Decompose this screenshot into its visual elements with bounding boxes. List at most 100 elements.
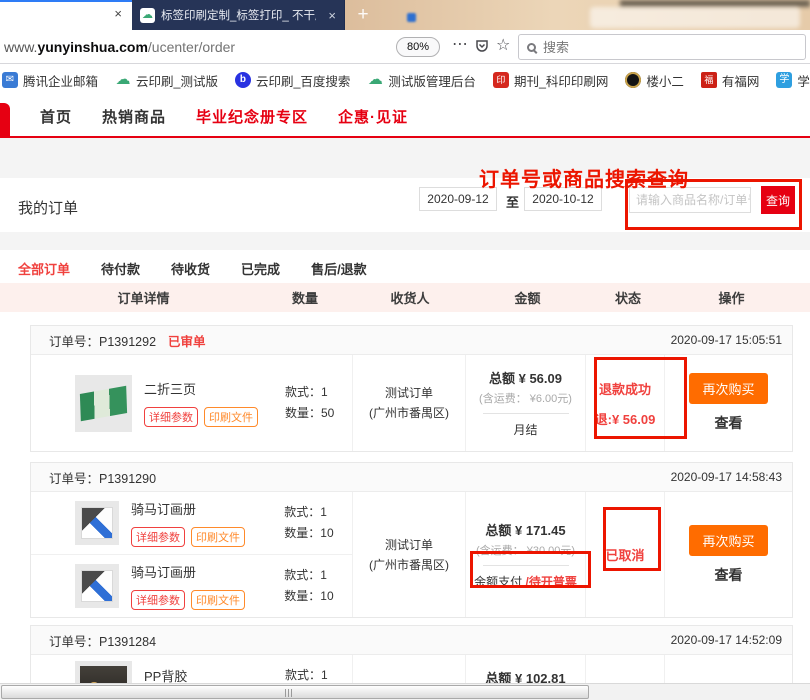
- print-file-tag[interactable]: 印刷文件: [191, 527, 245, 547]
- tab-close-icon[interactable]: ×: [328, 8, 336, 23]
- detail-params-tag[interactable]: 详细参数: [144, 407, 198, 427]
- action-cell: 再次购买 查看: [665, 355, 792, 451]
- refund-amount: 退:¥ 56.09: [595, 409, 656, 428]
- scrollbar-thumb[interactable]: [1, 685, 589, 699]
- order-number: 订单号：P1391292: [49, 331, 156, 350]
- ring-icon: [625, 72, 641, 88]
- buy-again-button[interactable]: 再次购买: [689, 373, 767, 404]
- bookmark-youfu[interactable]: 福有福网: [701, 71, 760, 90]
- product-thumbnail[interactable]: [75, 375, 132, 432]
- zoom-level-badge[interactable]: 80%: [396, 37, 440, 57]
- url-text[interactable]: www.yunyinshua.com/ucenter/order: [4, 39, 235, 55]
- col-order-detail: 订单详情: [30, 288, 257, 307]
- invoice-pending-label: /待开普票: [526, 575, 577, 589]
- bookmark-xuehui[interactable]: 学学汇网: [776, 71, 810, 90]
- nav-item-home[interactable]: 首页: [40, 106, 72, 127]
- my-orders-toolbar: 我的订单 至 查询: [0, 178, 810, 232]
- order-total: 总额 ¥ 171.45: [485, 520, 565, 539]
- bookmark-tencent-mail[interactable]: ✉腾讯企业邮箱: [2, 71, 98, 90]
- col-amount: 金额: [467, 288, 588, 307]
- browser-tab-active[interactable]: ×: [0, 0, 132, 30]
- nav-item-hot-products[interactable]: 热销商品: [102, 106, 166, 127]
- detail-params-tag[interactable]: 详细参数: [131, 590, 185, 610]
- buy-again-button[interactable]: 再次购买: [689, 525, 767, 556]
- filter-pending-payment[interactable]: 待付款: [101, 259, 140, 278]
- filter-aftersale-refund[interactable]: 售后/退款: [311, 259, 367, 278]
- page-actions-icon[interactable]: ⋯: [452, 34, 468, 54]
- filter-pending-receipt[interactable]: 待收货: [171, 259, 210, 278]
- baidu-paw-icon: b: [235, 72, 251, 88]
- status-text: 已取消: [605, 545, 644, 564]
- divider: [483, 413, 569, 414]
- bookmark-admin-backend[interactable]: ☁测试版管理后台: [367, 71, 476, 90]
- bookmark-keyin[interactable]: 印期刊_科印印刷网: [493, 71, 608, 90]
- consignee-cell: 测试订单(广州市番禺区): [353, 492, 466, 617]
- bookmark-yunyinshua-test[interactable]: ☁云印刷_测试版: [115, 71, 218, 90]
- print-file-tag[interactable]: 印刷文件: [204, 407, 258, 427]
- bookmark-louxiaoer[interactable]: 楼小二: [625, 71, 684, 90]
- order-datetime: 2020-09-17 14:52:09: [671, 633, 782, 647]
- search-icon: [527, 43, 536, 52]
- quantity-cell: 款式：1数量：50: [257, 382, 352, 424]
- browser-search-box[interactable]: [518, 34, 806, 60]
- fu-icon: 福: [701, 72, 717, 88]
- divider: [483, 565, 569, 566]
- table-header-row: 订单详情 数量 收货人 金额 状态 操作: [0, 283, 810, 312]
- payment-method: 月结: [513, 421, 537, 438]
- bookmark-baidu-search[interactable]: b云印刷_百度搜索: [235, 71, 350, 90]
- nav-item-yearbook-zone[interactable]: 毕业纪念册专区: [196, 106, 308, 127]
- xue-icon: 学: [776, 72, 792, 88]
- order-datetime: 2020-09-17 15:05:51: [671, 333, 782, 347]
- date-to-label: 至: [506, 192, 519, 211]
- col-quantity: 数量: [257, 288, 353, 307]
- amount-cell: 总额 ¥ 56.09 (含运费： ¥6.00元) 月结: [466, 355, 586, 451]
- url-bar[interactable]: www.yunyinshua.com/ucenter/order 80% ⋯ ☆: [0, 30, 810, 64]
- order-number: 订单号：P1391284: [49, 631, 156, 650]
- order-item-row: 骑马订画册 详细参数 印刷文件 款式：1数量：10: [31, 554, 352, 617]
- pocket-icon[interactable]: [474, 38, 490, 59]
- tab-close-icon[interactable]: ×: [114, 6, 122, 21]
- query-button[interactable]: 查询: [761, 186, 795, 214]
- site-nav: 首页 热销商品 毕业纪念册专区 企惠·见证: [0, 96, 810, 138]
- screen: × ☁ 标签印刷定制_标签打印_ 不干胶 × + www.yunyinshua.…: [0, 0, 810, 700]
- desktop-icon: [407, 13, 416, 22]
- browser-tab-background[interactable]: ☁ 标签印刷定制_标签打印_ 不干胶 ×: [132, 0, 344, 30]
- order-search-input[interactable]: [629, 187, 751, 213]
- view-order-link[interactable]: 查看: [715, 565, 743, 585]
- date-to-input[interactable]: [524, 187, 602, 211]
- quantity-cell: 款式：1数量：10: [256, 502, 352, 544]
- product-name[interactable]: 骑马订画册: [131, 562, 245, 581]
- horizontal-scrollbar[interactable]: [0, 683, 810, 700]
- order-item-row: 二折三页 详细参数 印刷文件 款式：1数量：50: [31, 355, 352, 451]
- desktop-background: [345, 0, 810, 30]
- product-thumbnail[interactable]: [75, 564, 119, 608]
- product-name[interactable]: PP背胶: [144, 666, 258, 685]
- filter-all-orders[interactable]: 全部订单: [18, 259, 70, 278]
- order-flag: 已审单: [168, 331, 206, 350]
- filter-completed[interactable]: 已完成: [241, 259, 280, 278]
- order-card: 订单号：P1391290 2020-09-17 14:58:43 骑马订画册 详…: [30, 462, 793, 618]
- order-datetime: 2020-09-17 14:58:43: [671, 470, 782, 484]
- new-tab-button[interactable]: +: [350, 2, 376, 28]
- payment-method: 余额支付 /待开普票: [474, 573, 577, 590]
- bookmark-star-icon[interactable]: ☆: [496, 35, 510, 55]
- nav-item-qihui[interactable]: 企惠·见证: [338, 106, 408, 127]
- status-cell: 退款成功 退:¥ 56.09: [586, 355, 665, 451]
- logo-edge: [0, 103, 10, 136]
- browser-search-input[interactable]: [543, 40, 773, 55]
- mail-icon: ✉: [2, 72, 18, 88]
- view-order-link[interactable]: 查看: [715, 413, 743, 433]
- product-name[interactable]: 骑马订画册: [131, 499, 245, 518]
- order-card: 订单号：P1391292 已审单 2020-09-17 15:05:51 二折三…: [30, 325, 793, 452]
- product-name[interactable]: 二折三页: [144, 379, 258, 398]
- col-actions: 操作: [668, 288, 795, 307]
- order-total: 总额 ¥ 56.09: [489, 368, 562, 387]
- amount-cell: 总额 ¥ 171.45 (含运费： ¥30.00元) 余额支付 /待开普票: [466, 492, 586, 617]
- cloud-icon: ☁: [115, 72, 131, 88]
- col-consignee: 收货人: [353, 288, 467, 307]
- quantity-cell: 款式：1数量：10: [256, 565, 352, 607]
- print-file-tag[interactable]: 印刷文件: [191, 590, 245, 610]
- detail-params-tag[interactable]: 详细参数: [131, 527, 185, 547]
- date-from-input[interactable]: [419, 187, 497, 211]
- product-thumbnail[interactable]: [75, 501, 119, 545]
